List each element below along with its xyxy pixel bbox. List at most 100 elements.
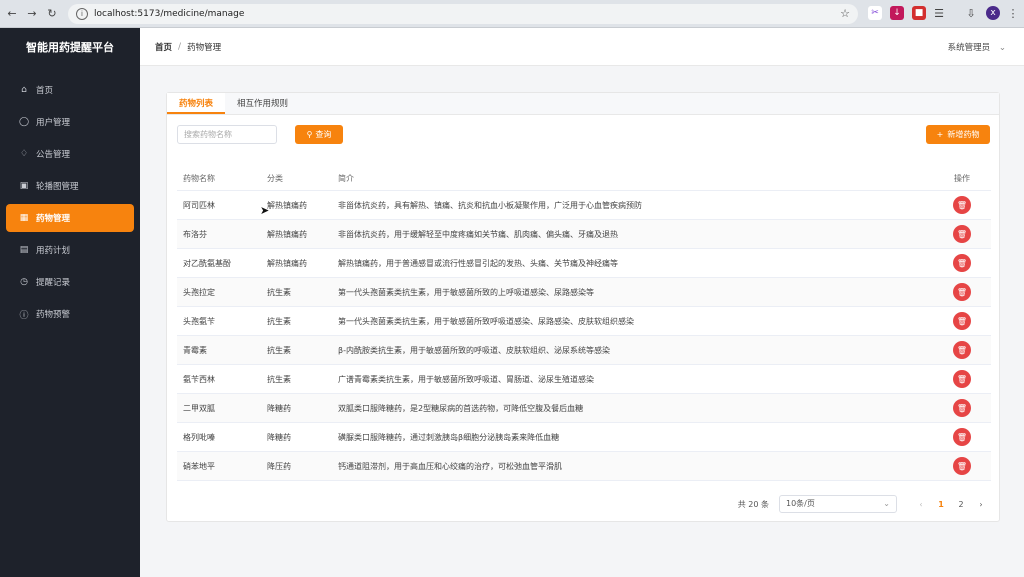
extension-scissors-icon[interactable]: ✂: [868, 6, 882, 20]
cell-category: 降压药: [267, 461, 291, 471]
delete-button[interactable]: 🗑: [953, 312, 971, 330]
cell-name: 格列吡嗪: [183, 432, 215, 442]
browser-menu-icon[interactable]: ⋮: [1006, 6, 1020, 20]
table-row: 格列吡嗪 降糖药 磺脲类口服降糖药，通过刺激胰岛β细胞分泌胰岛素来降低血糖 🗑: [177, 423, 991, 452]
prev-page-icon[interactable]: ‹: [911, 500, 931, 509]
trash-icon: 🗑: [956, 316, 968, 326]
cell-category: 降糖药: [267, 403, 291, 413]
cell-name: 阿司匹林: [183, 200, 215, 210]
table-row: 阿司匹林 解热镇痛药 非甾体抗炎药，具有解热、镇痛、抗炎和抗血小板凝聚作用，广泛用于…: [177, 191, 991, 220]
tab-interaction-rules[interactable]: 相互作用规则: [225, 93, 300, 114]
cell-category: 抗生素: [267, 316, 291, 326]
delete-button[interactable]: 🗑: [953, 428, 971, 446]
cell-action: 🗑: [933, 341, 991, 359]
tab-bar: 药物列表 相互作用规则: [167, 93, 999, 115]
cell-action: 🗑: [933, 457, 991, 475]
cell-desc: 双胍类口服降糖药，是2型糖尿病的首选药物，可降低空腹及餐后血糖: [338, 403, 584, 413]
cell-category: 解热镇痛药: [267, 200, 307, 210]
next-page-icon[interactable]: ›: [971, 500, 991, 509]
column-header-category: 分类: [267, 174, 283, 183]
forward-icon[interactable]: →: [24, 6, 40, 22]
search-input[interactable]: 搜索药物名称: [177, 125, 277, 144]
page-2[interactable]: 2: [951, 500, 971, 509]
delete-button[interactable]: 🗑: [953, 399, 971, 417]
calendar-icon: ▤: [19, 245, 29, 255]
home-icon: ⌂: [21, 85, 27, 95]
search-icon: ⚲: [306, 130, 313, 139]
query-label: 查询: [315, 130, 332, 139]
sidebar-item-plans[interactable]: ▤ 用药计划: [6, 236, 134, 264]
cell-desc: 非甾体抗炎药，具有解热、镇痛、抗炎和抗血小板凝聚作用，广泛用于心血管疾病预防: [338, 200, 642, 210]
bookmark-star-icon[interactable]: ☆: [840, 7, 850, 20]
breadcrumb-current: 药物管理: [187, 42, 222, 53]
extension-red-icon[interactable]: ■: [912, 6, 926, 20]
medicine-card: 药物列表 相互作用规则 搜索药物名称 ⚲ 查询 + 新增药物 药物名称 分类 简介 …: [166, 92, 1000, 522]
sidebar-item-label: 公告管理: [36, 150, 71, 160]
sidebar-item-label: 轮播图管理: [36, 182, 79, 192]
breadcrumb-home[interactable]: 首页: [155, 41, 172, 53]
table-body: 阿司匹林 解热镇痛药 非甾体抗炎药，具有解热、镇痛、抗炎和抗血小板凝聚作用，广泛用于…: [177, 191, 991, 481]
tab-medicine-list[interactable]: 药物列表: [167, 93, 226, 114]
query-button[interactable]: ⚲ 查询: [295, 125, 343, 144]
column-header-action: 操作: [954, 174, 970, 183]
trash-icon: 🗑: [956, 258, 968, 268]
sidebar-item-reminders[interactable]: ◷ 提醒记录: [6, 268, 134, 296]
chevron-down-icon: ⌄: [883, 499, 890, 508]
delete-button[interactable]: 🗑: [953, 457, 971, 475]
cell-desc: 钙通道阻滞剂，用于高血压和心绞痛的治疗，可松弛血管平滑肌: [338, 461, 562, 471]
sidebar-item-warnings[interactable]: ⓘ 药物预警: [6, 300, 134, 328]
cell-name: 布洛芬: [183, 229, 207, 239]
sidebar-item-label: 提醒记录: [36, 278, 71, 288]
cell-category: 抗生素: [267, 345, 291, 355]
site-info-icon[interactable]: i: [76, 8, 88, 20]
page-1[interactable]: 1: [931, 500, 951, 509]
cell-desc: 广谱青霉素类抗生素，用于敏感菌所致呼吸道、胃肠道、泌尿生殖道感染: [338, 374, 594, 384]
extension-download-icon[interactable]: ↓: [890, 6, 904, 20]
add-label: 新增药物: [947, 130, 980, 139]
breadcrumb-separator: /: [178, 41, 182, 52]
cell-category: 解热镇痛药: [267, 258, 307, 268]
trash-icon: 🗑: [956, 345, 968, 355]
cell-name: 氨苄西林: [183, 374, 215, 384]
sidebar-item-label: 用药计划: [36, 246, 71, 256]
delete-button[interactable]: 🗑: [953, 341, 971, 359]
user-menu[interactable]: 系统管理员 ⌄: [948, 41, 1006, 53]
reload-icon[interactable]: ↻: [44, 6, 60, 22]
add-medicine-button[interactable]: + 新增药物: [926, 125, 990, 144]
cell-name: 二甲双胍: [183, 403, 215, 413]
table-row: 头孢氨苄 抗生素 第一代头孢菌素类抗生素，用于敏感菌所致呼吸道感染、尿路感染、皮肤软…: [177, 307, 991, 336]
brand-title: 智能用药提醒平台: [26, 41, 114, 54]
sidebar-item-home[interactable]: ⌂ 首页: [6, 76, 134, 104]
delete-button[interactable]: 🗑: [953, 225, 971, 243]
back-icon[interactable]: ←: [4, 6, 20, 22]
cell-action: 🗑: [933, 283, 991, 301]
cell-action: 🗑: [933, 428, 991, 446]
cell-desc: 磺脲类口服降糖药，通过刺激胰岛β细胞分泌胰岛素来降低血糖: [338, 432, 560, 442]
sidebar-item-label: 药物管理: [36, 214, 71, 224]
sidebar-item-label: 用户管理: [36, 118, 71, 128]
downloads-icon[interactable]: ⇩: [964, 6, 978, 20]
delete-button[interactable]: 🗑: [953, 196, 971, 214]
cell-desc: 第一代头孢菌素类抗生素，用于敏感菌所致呼吸道感染、尿路感染、皮肤软组织感染: [338, 316, 634, 326]
cell-desc: β-内酰胺类抗生素，用于敏感菌所致的呼吸道、皮肤软组织、泌尿系统等感染: [338, 345, 610, 355]
table-row: 氨苄西林 抗生素 广谱青霉素类抗生素，用于敏感菌所致呼吸道、胃肠道、泌尿生殖道感染 🗑: [177, 365, 991, 394]
delete-button[interactable]: 🗑: [953, 254, 971, 272]
page-size-select[interactable]: 10条/页 ⌄: [779, 495, 897, 513]
profile-avatar[interactable]: x: [986, 6, 1000, 20]
delete-button[interactable]: 🗑: [953, 283, 971, 301]
trash-icon: 🗑: [956, 374, 968, 384]
cell-name: 青霉素: [183, 345, 207, 355]
delete-button[interactable]: 🗑: [953, 370, 971, 388]
table-row: 硝苯地平 降压药 钙通道阻滞剂，用于高血压和心绞痛的治疗，可松弛血管平滑肌 🗑: [177, 452, 991, 481]
sidebar-item-banners[interactable]: ▣ 轮播图管理: [6, 172, 134, 200]
cell-desc: 解热镇痛药，用于普通感冒或流行性感冒引起的发热、头痛、关节痛及神经痛等: [338, 258, 618, 268]
cell-action: 🗑: [933, 370, 991, 388]
address-bar[interactable]: i localhost:5173/medicine/manage ☆: [68, 4, 858, 24]
sidebar-item-medicine[interactable]: ▦ 药物管理: [6, 204, 134, 232]
trash-icon: 🗑: [956, 432, 968, 442]
sidebar-item-users[interactable]: ◯ 用户管理: [6, 108, 134, 136]
sidebar-item-notices[interactable]: ♢ 公告管理: [6, 140, 134, 168]
extensions-puzzle-icon[interactable]: ☰: [932, 6, 946, 20]
table-row: 布洛芬 解热镇痛药 非甾体抗炎药，用于缓解轻至中度疼痛如关节痛、肌肉痛、偏头痛、牙痛…: [177, 220, 991, 249]
table-row: 对乙酰氨基酚 解热镇痛药 解热镇痛药，用于普通感冒或流行性感冒引起的发热、头痛、关节…: [177, 249, 991, 278]
